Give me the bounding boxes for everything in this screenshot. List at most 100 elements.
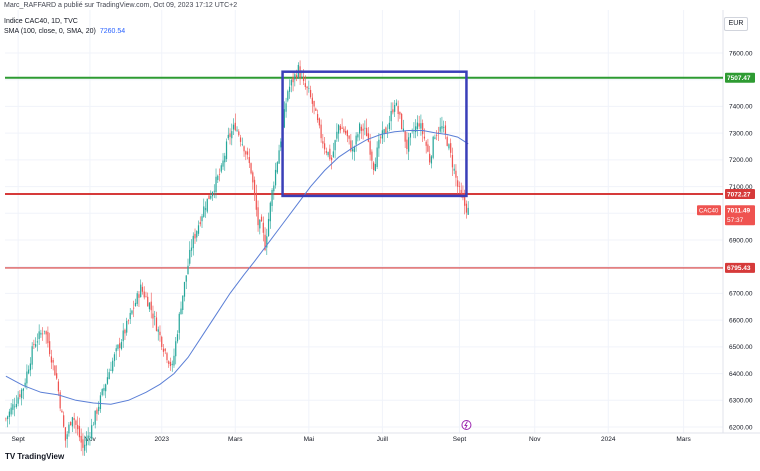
candle-body[interactable] [108,372,110,380]
candle-body[interactable] [292,77,294,83]
candle-body[interactable] [325,151,327,153]
candle-body[interactable] [189,249,191,264]
candle-body[interactable] [259,219,261,229]
candle-body[interactable] [217,175,219,180]
candle-body[interactable] [271,190,273,206]
candle-body[interactable] [94,410,96,425]
symbol-title[interactable]: Indice CAC40, 1D, TVC [4,18,78,25]
candle-body[interactable] [106,377,109,384]
candle-body[interactable] [171,363,173,365]
candle-body[interactable] [21,389,23,399]
candle-body[interactable] [63,415,65,427]
candle-body[interactable] [467,207,469,215]
candle-body[interactable] [397,105,399,115]
candle-body[interactable] [238,131,240,136]
candle-body[interactable] [166,353,168,361]
candle-body[interactable] [406,139,408,150]
candle-body[interactable] [131,310,133,314]
candle-body[interactable] [92,424,95,426]
candle-body[interactable] [206,198,208,212]
candle-body[interactable] [96,409,98,414]
candle-body[interactable] [464,196,466,206]
candle-body[interactable] [432,136,434,158]
candle-body[interactable] [45,331,47,335]
candle-body[interactable] [450,143,452,153]
candle-body[interactable] [84,444,86,451]
candle-body[interactable] [390,110,392,122]
candle-body[interactable] [204,208,207,210]
candle-body[interactable] [98,406,100,412]
candle-body[interactable] [38,331,40,340]
candle-body[interactable] [42,333,44,335]
candle-body[interactable] [66,434,68,440]
candle-body[interactable] [87,435,89,439]
candle-body[interactable] [420,123,422,129]
candle-body[interactable] [322,141,324,144]
currency-button[interactable]: EUR [724,17,748,31]
candle-body[interactable] [122,330,124,342]
candle-body[interactable] [197,225,200,234]
candle-body[interactable] [89,436,91,437]
candle-body[interactable] [276,162,278,173]
candle-body[interactable] [208,195,210,200]
candle-body[interactable] [210,196,212,199]
candle-body[interactable] [465,203,468,213]
candle-body[interactable] [451,154,454,168]
candle-body[interactable] [399,112,401,115]
candle-body[interactable] [127,320,130,322]
candle-body[interactable] [70,422,72,426]
candle-body[interactable] [218,174,221,175]
candle-body[interactable] [404,130,406,142]
candle-body[interactable] [313,100,315,107]
candle-body[interactable] [339,125,341,131]
candle-body[interactable] [150,301,152,311]
candle-body[interactable] [54,365,56,376]
candle-body[interactable] [280,141,282,148]
candle-body[interactable] [253,179,256,195]
candle-body[interactable] [455,170,457,178]
candle-body[interactable] [366,127,368,137]
candle-body[interactable] [255,193,257,210]
candle-body[interactable] [161,336,163,347]
candle-body[interactable] [427,144,429,152]
candle-body[interactable] [346,130,348,137]
candle-body[interactable] [43,330,46,332]
candle-body[interactable] [10,407,12,415]
candle-body[interactable] [215,176,217,193]
price-chart-svg[interactable]: 6200.00 6300.00 6400.00 6500.00 6600.00 6700.… [0,0,760,466]
candle-body[interactable] [367,133,369,142]
candle-body[interactable] [348,135,350,139]
candle-body[interactable] [357,134,359,138]
candle-body[interactable] [429,153,431,163]
candle-body[interactable] [26,371,28,384]
tradingview-brand[interactable]: TV TradingView [5,452,64,461]
candle-body[interactable] [323,143,326,150]
candle-body[interactable] [50,356,53,363]
candle-body[interactable] [15,404,17,407]
candle-body[interactable] [320,124,322,139]
candle-body[interactable] [73,417,75,421]
candle-body[interactable] [225,141,228,160]
candle-body[interactable] [453,168,455,171]
candle-body[interactable] [136,293,138,304]
candle-body[interactable] [147,296,149,307]
candle-body[interactable] [252,172,254,183]
candle-body[interactable] [430,156,433,164]
candle-body[interactable] [134,302,137,307]
candle-body[interactable] [344,131,347,134]
candle-body[interactable] [169,361,172,367]
indicator-legend[interactable]: SMA (100, close, 0, SMA, 20) 7260.54 [4,28,125,35]
chart[interactable]: 6200.00 6300.00 6400.00 6500.00 6600.00 6700.… [0,0,760,466]
candle-body[interactable] [203,206,205,217]
candle-body[interactable] [194,233,196,239]
candle-body[interactable] [337,124,340,134]
candle-body[interactable] [140,284,142,298]
candle-body[interactable] [318,118,320,126]
candle-body[interactable] [302,76,305,82]
candle-body[interactable] [49,341,51,355]
candle-body[interactable] [290,79,292,86]
candle-body[interactable] [371,151,373,161]
candle-body[interactable] [257,207,259,226]
candle-body[interactable] [376,147,378,168]
candle-body[interactable] [187,265,189,275]
